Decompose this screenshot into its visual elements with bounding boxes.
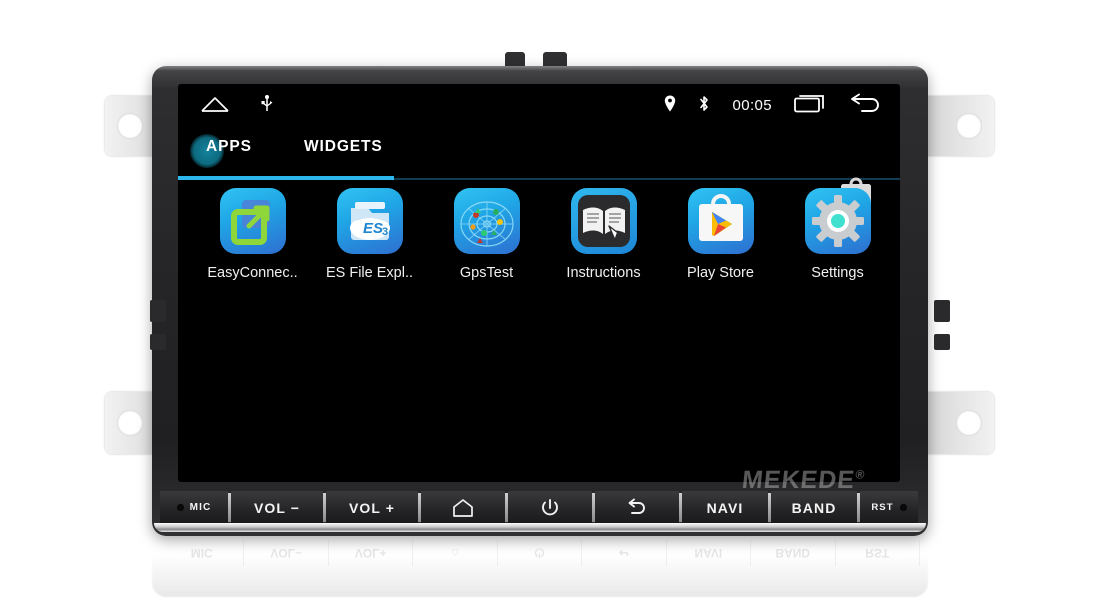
mic-button[interactable]: MIC bbox=[160, 491, 228, 524]
app-label: EasyConnec.. bbox=[207, 265, 298, 281]
es-file-explorer-icon: ES 3 bbox=[336, 188, 403, 254]
power-button[interactable] bbox=[508, 491, 592, 524]
back-button[interactable] bbox=[595, 491, 679, 524]
tab-widgets[interactable]: WIDGETS bbox=[304, 138, 383, 156]
reset-button[interactable]: RST bbox=[860, 491, 918, 524]
mounting-bracket-bottom-right bbox=[922, 392, 994, 454]
back-arrow-icon[interactable] bbox=[850, 93, 884, 118]
button-bar-reflection: MIC VOL− VOL+ ⌂ ⏻ ↩ NAVI BAND RST bbox=[160, 540, 920, 566]
app-label: Settings bbox=[811, 265, 864, 281]
location-pin-icon bbox=[664, 95, 676, 117]
app-gpstest[interactable]: GpsTest bbox=[428, 188, 545, 281]
instructions-icon bbox=[570, 188, 637, 254]
chrome-trim bbox=[154, 523, 926, 532]
svg-text:3: 3 bbox=[382, 226, 388, 238]
app-grid: EasyConnec.. ES 3 ES File Expl.. GpsTest… bbox=[178, 188, 900, 281]
volume-down-button[interactable]: VOL − bbox=[231, 491, 323, 524]
power-icon bbox=[542, 498, 558, 515]
bezel-side-tab-right-upper bbox=[934, 300, 950, 322]
bluetooth-icon bbox=[698, 95, 710, 117]
app-es-file-explorer[interactable]: ES 3 ES File Expl.. bbox=[311, 188, 428, 281]
mic-label: MIC bbox=[189, 502, 212, 513]
scene: 00:05 APPS WIDGETS EasyConnec.. ES 3 ES … bbox=[0, 0, 1100, 615]
bezel-side-tab-left-lower bbox=[150, 334, 166, 350]
bezel-side-tab-left-upper bbox=[150, 300, 166, 322]
volume-up-button[interactable]: VOL + bbox=[326, 491, 418, 524]
app-label: Instructions bbox=[566, 265, 641, 281]
reset-label: RST bbox=[871, 502, 894, 513]
easyconnect-icon bbox=[219, 188, 286, 254]
gpstest-icon bbox=[453, 188, 520, 254]
bezel-side-tab-right-lower bbox=[934, 334, 950, 350]
bracket-screw-hole bbox=[956, 410, 982, 436]
android-status-bar: 00:05 bbox=[178, 84, 900, 130]
app-instructions[interactable]: Instructions bbox=[545, 188, 662, 281]
navi-button[interactable]: NAVI bbox=[682, 491, 768, 524]
home-icon bbox=[453, 498, 473, 517]
play-store-icon bbox=[687, 188, 754, 254]
reset-hole-icon bbox=[899, 504, 907, 511]
app-label: ES File Expl.. bbox=[325, 265, 414, 281]
svg-text:ES: ES bbox=[363, 220, 383, 237]
physical-button-bar: MIC VOL − VOL + NAVI BAND RST bbox=[160, 491, 920, 524]
app-label: GpsTest bbox=[459, 265, 514, 281]
tab-apps[interactable]: APPS bbox=[206, 138, 252, 156]
bracket-screw-hole bbox=[956, 113, 982, 139]
home-button[interactable] bbox=[421, 491, 505, 524]
status-bar-clock: 00:05 bbox=[732, 97, 772, 114]
band-button[interactable]: BAND bbox=[771, 491, 857, 524]
mounting-bracket-top-right bbox=[922, 96, 994, 156]
launcher-tab-bar: APPS WIDGETS bbox=[178, 132, 900, 209]
mic-hole-icon bbox=[176, 504, 184, 511]
touchscreen-display[interactable]: 00:05 APPS WIDGETS EasyConnec.. ES 3 ES … bbox=[178, 84, 900, 482]
app-easyconnect[interactable]: EasyConnec.. bbox=[194, 188, 311, 281]
usb-icon bbox=[260, 94, 274, 119]
home-icon[interactable] bbox=[200, 94, 230, 119]
tab-active-underline bbox=[178, 176, 394, 180]
back-arrow-icon bbox=[628, 498, 645, 514]
app-label: Play Store bbox=[687, 265, 754, 281]
recent-apps-icon[interactable] bbox=[794, 93, 828, 118]
app-grid-row: EasyConnec.. ES 3 ES File Expl.. GpsTest… bbox=[178, 188, 900, 281]
settings-gear-icon bbox=[804, 188, 871, 254]
app-settings[interactable]: Settings bbox=[779, 188, 896, 281]
app-play-store[interactable]: Play Store bbox=[662, 188, 779, 281]
bracket-screw-hole bbox=[117, 410, 143, 436]
bracket-screw-hole bbox=[117, 113, 143, 139]
